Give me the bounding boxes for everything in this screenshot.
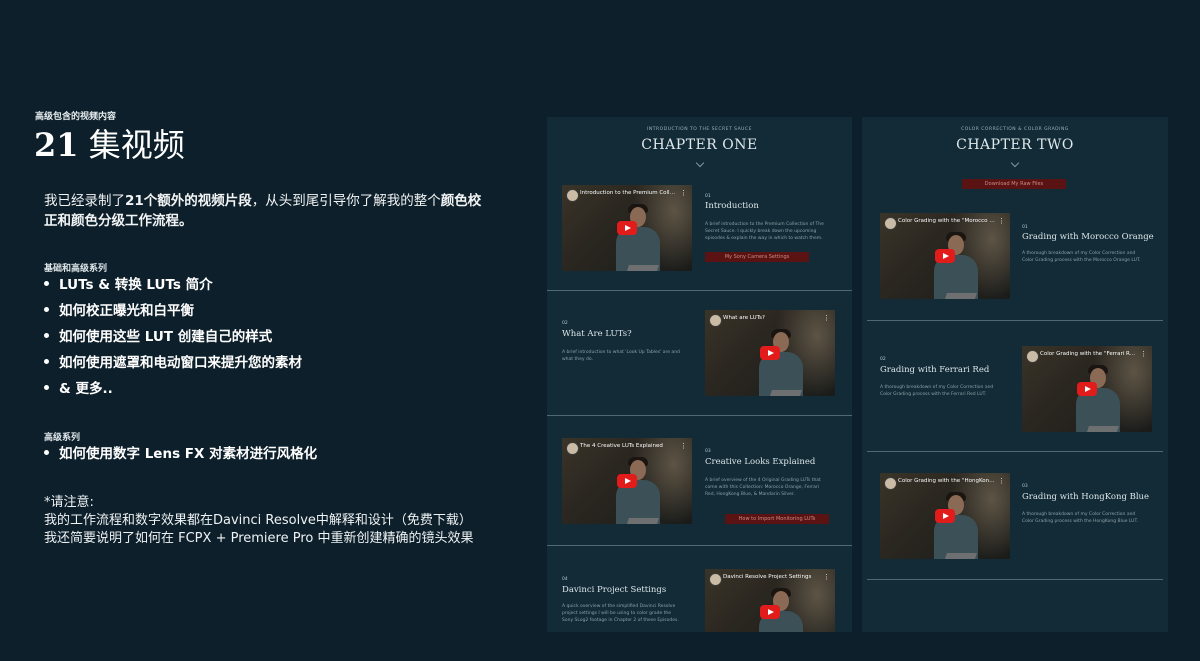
- video-thumbnail-hongkong-blue[interactable]: Color Grading with the "HongKong Bl... ⋮: [880, 473, 1010, 559]
- list-item: & 更多..: [44, 376, 302, 402]
- page-title: 21 集视频: [34, 120, 185, 166]
- chevron-down-icon: [695, 158, 704, 168]
- list-item: 如何使用数字 Lens FX 对素材进行风格化: [44, 441, 317, 467]
- episode-title: Grading with Ferrari Red: [880, 365, 990, 375]
- intro-part-b: 21个额外的视频片段: [125, 193, 252, 209]
- episode-description: A thorough breakdown of my Color Correct…: [1022, 512, 1139, 524]
- episode-description: A thorough breakdown of my Color Correct…: [1022, 251, 1141, 263]
- video-thumbnail-morocco-orange[interactable]: Color Grading with the "Morocco Ora... ⋮: [880, 213, 1010, 299]
- list-item: LUTs & 转换 LUTs 简介: [44, 272, 302, 298]
- divider: [867, 579, 1163, 580]
- more-options-icon[interactable]: ⋮: [680, 189, 687, 197]
- basic-topic-list: LUTs & 转换 LUTs 简介 如何校正曝光和白平衡 如何使用这些 LUT …: [44, 272, 302, 402]
- divider: [867, 320, 1163, 321]
- play-icon[interactable]: [617, 474, 637, 488]
- note-line: 我的工作流程和数字效果都在Davinci Resolve中解释和设计（免费下载）: [44, 513, 472, 528]
- episode-description: A brief overview of the 4 Original Gradi…: [705, 478, 821, 497]
- bullet-icon: [44, 449, 49, 455]
- more-options-icon[interactable]: ⋮: [998, 217, 1005, 225]
- episode-title: Grading with HongKong Blue: [1022, 492, 1150, 502]
- play-icon[interactable]: [935, 249, 955, 263]
- episode-title: Davinci Project Settings: [562, 585, 667, 595]
- video-thumbnail-creative-looks[interactable]: The 4 Creative LUTs Explained ⋮: [562, 438, 692, 524]
- video-title: Color Grading with the "Morocco Ora...: [898, 218, 996, 224]
- channel-avatar: [709, 314, 722, 327]
- video-title: Color Grading with the "Ferrari Red" ...: [1040, 351, 1138, 357]
- divider: [867, 451, 1163, 452]
- more-options-icon[interactable]: ⋮: [823, 573, 830, 581]
- channel-avatar: [566, 189, 579, 202]
- episode-title: Grading with Morocco Orange: [1022, 232, 1154, 242]
- list-item: 如何使用遮罩和电动窗口来提升您的素材: [44, 350, 302, 376]
- channel-avatar: [884, 477, 897, 490]
- episode-title: Creative Looks Explained: [705, 457, 816, 467]
- episode-description: A brief introduction to the Premium Coll…: [705, 222, 824, 241]
- play-icon[interactable]: [760, 605, 780, 619]
- play-icon[interactable]: [617, 221, 637, 235]
- episode-description: A quick overview of the simplified Davin…: [562, 604, 679, 623]
- episode-description: A brief introduction to what 'Look Up Ta…: [562, 350, 680, 362]
- list-item: 如何使用这些 LUT 创建自己的样式: [44, 324, 302, 350]
- more-options-icon[interactable]: ⋮: [680, 442, 687, 450]
- video-title: The 4 Creative LUTs Explained: [580, 443, 663, 449]
- episode-number: 01: [705, 194, 711, 199]
- import-luts-button[interactable]: How to Import Monitoring LUTs: [725, 514, 829, 524]
- episode-title: Introduction: [705, 201, 759, 211]
- divider: [547, 545, 852, 546]
- intro-part-c: ，从头到尾引导你了解我的整个: [251, 193, 441, 209]
- bullet-icon: [44, 332, 49, 338]
- video-thumbnail-what-are-luts[interactable]: What are LUTs? ⋮: [705, 310, 835, 396]
- note-line: *请注意:: [44, 495, 94, 510]
- chapter-one-panel: INTRODUCTION TO THE SECRET SAUCE CHAPTER…: [547, 117, 852, 632]
- divider: [547, 290, 852, 291]
- bullet-icon: [44, 358, 49, 364]
- channel-avatar: [1026, 350, 1039, 363]
- note-line: 我还简要说明了如何在 FCPX + Premiere Pro 中重新创建精确的镜…: [44, 531, 474, 546]
- play-icon[interactable]: [760, 346, 780, 360]
- play-icon[interactable]: [1077, 382, 1097, 396]
- episode-number: 02: [562, 321, 568, 326]
- video-title: Color Grading with the "HongKong Bl...: [898, 478, 996, 484]
- download-raw-files-button[interactable]: Download My Raw Files: [962, 179, 1066, 189]
- sony-settings-button[interactable]: My Sony Camera Settings: [705, 252, 809, 262]
- episode-number: 01: [1022, 225, 1028, 230]
- bullet-icon: [44, 306, 49, 312]
- bullet-icon: [44, 384, 49, 390]
- episode-title: What Are LUTs?: [562, 329, 632, 339]
- list-item: 如何校正曝光和白平衡: [44, 298, 302, 324]
- episode-number: 04: [562, 577, 568, 582]
- workflow-note: *请注意: 我的工作流程和数字效果都在Davinci Resolve中解释和设计…: [44, 494, 473, 548]
- video-thumbnail-introduction[interactable]: Introduction to the Premium Collecti... …: [562, 185, 692, 271]
- channel-avatar: [566, 442, 579, 455]
- chapter-eyebrow: COLOR CORRECTION & COLOR GRADING: [961, 127, 1069, 132]
- video-title: Davinci Resolve Project Settings: [723, 574, 812, 580]
- video-title: Introduction to the Premium Collecti...: [580, 190, 678, 196]
- play-icon[interactable]: [935, 509, 955, 523]
- episode-number: 03: [705, 449, 711, 454]
- more-options-icon[interactable]: ⋮: [998, 477, 1005, 485]
- chevron-down-icon: [1010, 158, 1020, 168]
- bullet-icon: [44, 280, 49, 286]
- episode-number: 02: [880, 357, 886, 362]
- chapter-title: CHAPTER TWO: [956, 137, 1074, 153]
- episode-description: A thorough breakdown of my Color Correct…: [880, 385, 994, 397]
- intro-part-a: 我已经录制了: [44, 193, 125, 209]
- more-options-icon[interactable]: ⋮: [823, 314, 830, 322]
- chapter-eyebrow: INTRODUCTION TO THE SECRET SAUCE: [647, 127, 752, 132]
- divider: [547, 415, 852, 416]
- channel-avatar: [884, 217, 897, 230]
- intro-paragraph: 我已经录制了21个额外的视频片段，从头到尾引导你了解我的整个颜色校正和颜色分级工…: [44, 191, 484, 231]
- more-options-icon[interactable]: ⋮: [1140, 350, 1147, 358]
- title-text: 集视频: [78, 126, 185, 164]
- advanced-topic-list: 如何使用数字 Lens FX 对素材进行风格化: [44, 441, 317, 467]
- channel-avatar: [709, 573, 722, 586]
- video-title: What are LUTs?: [723, 315, 765, 321]
- video-thumbnail-project-settings[interactable]: Davinci Resolve Project Settings ⋮: [705, 569, 835, 632]
- chapter-two-panel: COLOR CORRECTION & COLOR GRADING CHAPTER…: [862, 117, 1168, 632]
- chapter-title: CHAPTER ONE: [641, 137, 758, 153]
- video-thumbnail-ferrari-red[interactable]: Color Grading with the "Ferrari Red" ...…: [1022, 346, 1152, 432]
- video-count: 21: [34, 126, 79, 164]
- episode-number: 03: [1022, 484, 1028, 489]
